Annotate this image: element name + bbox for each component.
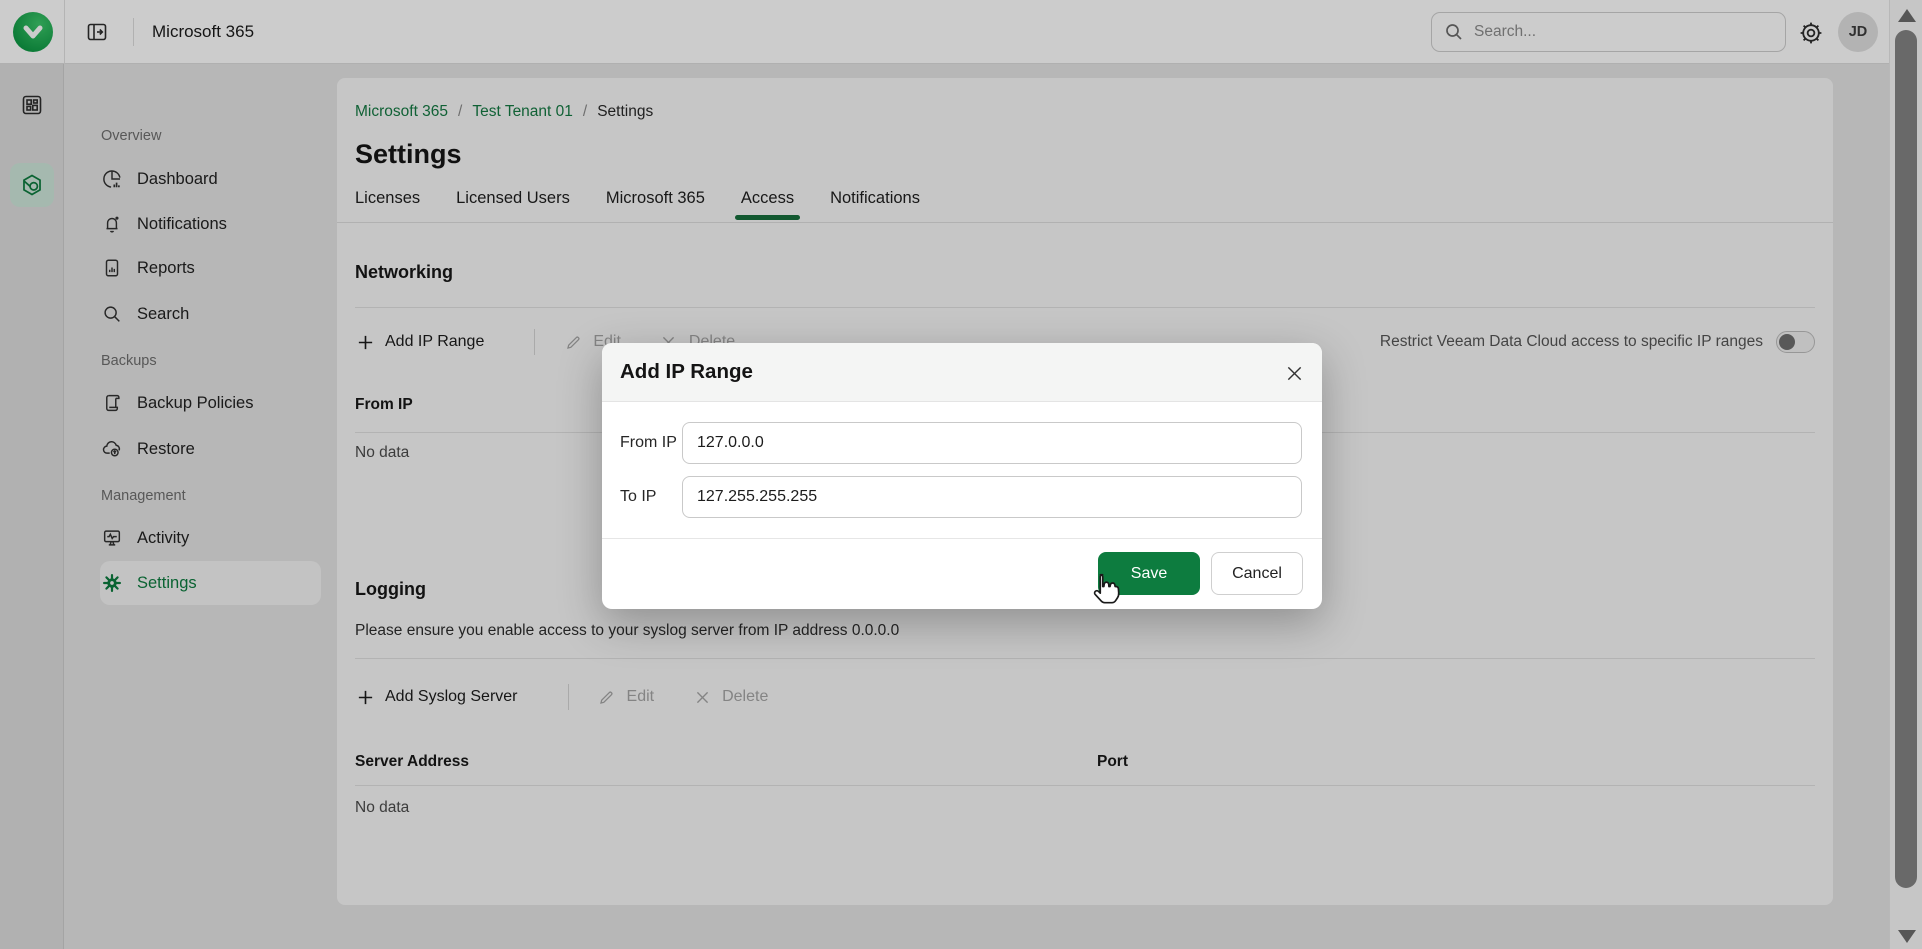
close-icon[interactable] bbox=[1284, 363, 1304, 383]
dialog-title: Add IP Range bbox=[620, 360, 753, 384]
from-ip-label: From IP bbox=[620, 422, 677, 464]
to-ip-label: To IP bbox=[620, 476, 656, 518]
to-ip-field-row: To IP bbox=[602, 476, 1322, 518]
save-button[interactable]: Save bbox=[1098, 552, 1200, 595]
vertical-scrollbar[interactable] bbox=[1889, 0, 1922, 949]
to-ip-input[interactable] bbox=[682, 476, 1302, 518]
cancel-button[interactable]: Cancel bbox=[1211, 552, 1303, 595]
save-label: Save bbox=[1131, 565, 1167, 583]
scroll-up-arrow-icon[interactable] bbox=[1898, 9, 1916, 22]
add-ip-range-dialog: Add IP Range From IP To IP Save Cancel bbox=[602, 343, 1322, 609]
from-ip-field-row: From IP bbox=[602, 422, 1322, 464]
scroll-down-arrow-icon[interactable] bbox=[1898, 930, 1916, 943]
from-ip-input[interactable] bbox=[682, 422, 1302, 464]
cancel-label: Cancel bbox=[1232, 565, 1282, 583]
dialog-header: Add IP Range bbox=[602, 343, 1322, 402]
scrollbar-thumb[interactable] bbox=[1895, 30, 1917, 888]
divider bbox=[602, 538, 1322, 539]
